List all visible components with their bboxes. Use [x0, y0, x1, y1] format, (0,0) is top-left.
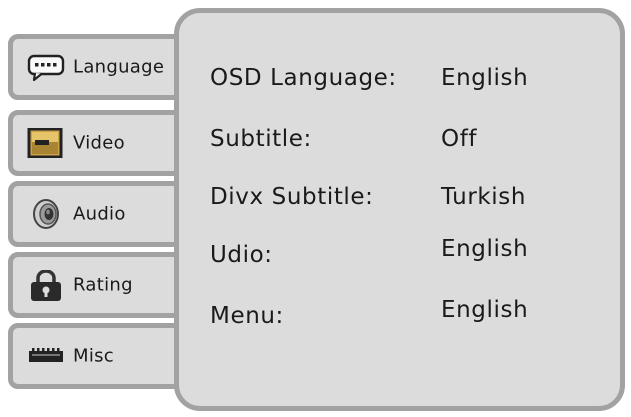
divx-subtitle-label: Divx Subtitle: [210, 184, 374, 210]
menu-label: Menu: [210, 303, 284, 329]
video-screen-icon [27, 127, 65, 159]
menu-value[interactable]: English [441, 297, 528, 323]
divx-subtitle-value[interactable]: Turkish [441, 184, 526, 210]
tab-audio-label: Audio [73, 203, 126, 225]
tab-video-label: Video [73, 132, 125, 154]
tab-language-label: Language [73, 56, 165, 78]
osd-language-value[interactable]: English [441, 65, 528, 91]
speech-bubble-icon [27, 52, 65, 82]
subtitle-value[interactable]: Off [441, 126, 477, 152]
connector-icon [27, 341, 65, 371]
lock-icon [27, 269, 65, 301]
audio-label: Udio: [210, 242, 273, 268]
tab-misc[interactable]: Misc [8, 323, 198, 389]
tab-misc-label: Misc [73, 345, 115, 367]
osd-language-label: OSD Language: [210, 65, 397, 91]
tab-language[interactable]: Language [8, 34, 198, 100]
tab-video[interactable]: Video [8, 110, 198, 176]
tab-audio[interactable]: Audio [8, 181, 198, 247]
settings-panel: OSD Language: English Subtitle: Off Divx… [174, 8, 625, 411]
subtitle-label: Subtitle: [210, 126, 312, 152]
audio-value[interactable]: English [441, 236, 528, 262]
speaker-icon [27, 199, 65, 229]
tab-rating-label: Rating [73, 274, 133, 296]
tab-rating[interactable]: Rating [8, 252, 198, 318]
